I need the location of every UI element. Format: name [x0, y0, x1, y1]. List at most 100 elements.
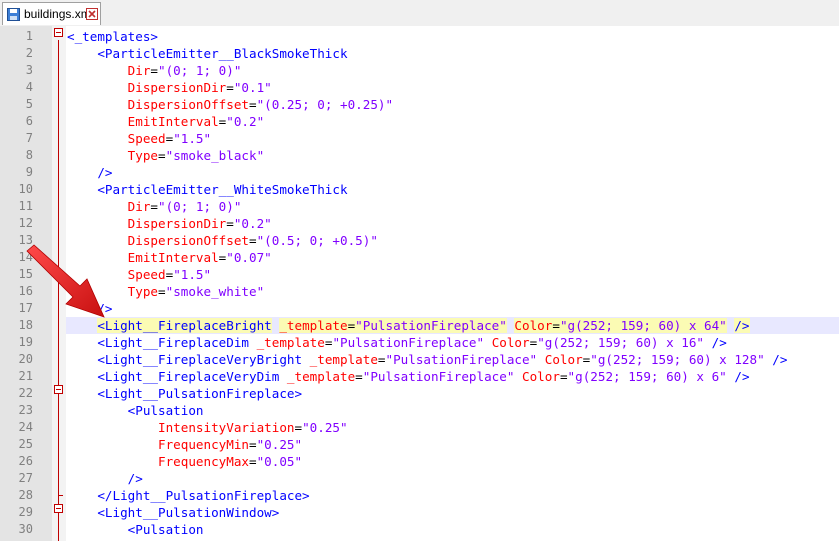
line-number: 7: [25, 131, 33, 145]
code-token: =: [552, 318, 560, 333]
code-token: =: [355, 369, 363, 384]
code-line[interactable]: 16 Type="smoke_white": [0, 283, 839, 300]
code-text: DispersionDir="0.2": [67, 215, 272, 232]
code-line[interactable]: 26 FrequencyMax="0.05": [0, 453, 839, 470]
code-text: DispersionOffset="(0.25; 0; +0.25)": [67, 96, 393, 113]
fold-toggle[interactable]: [54, 385, 63, 394]
code-token: =: [150, 199, 159, 214]
line-number: 17: [18, 301, 33, 315]
code-text: <ParticleEmitter__WhiteSmokeThick: [67, 181, 347, 198]
code-token: DispersionOffset: [127, 97, 249, 112]
code-token: Color: [544, 352, 583, 367]
code-line[interactable]: 14 EmitInterval="0.07": [0, 249, 839, 266]
code-token: =: [158, 148, 166, 163]
code-token: FrequencyMin: [158, 437, 249, 452]
fold-toggle[interactable]: [54, 504, 63, 513]
code-line[interactable]: 25 FrequencyMin="0.25": [0, 436, 839, 453]
code-token: Dir: [127, 63, 151, 78]
line-number: 26: [18, 454, 33, 468]
fold-toggle[interactable]: [54, 28, 63, 37]
code-line[interactable]: 4 DispersionDir="0.1": [0, 79, 839, 96]
line-number: 25: [18, 437, 33, 451]
code-token: "0.2": [226, 114, 265, 129]
line-number: 10: [18, 182, 33, 196]
code-line[interactable]: 11 Dir="(0; 1; 0)": [0, 198, 839, 215]
code-text: DispersionDir="0.1": [67, 79, 272, 96]
code-line[interactable]: 3 Dir="(0; 1; 0)": [0, 62, 839, 79]
code-line[interactable]: 10 <ParticleEmitter__WhiteSmokeThick: [0, 181, 839, 198]
code-line[interactable]: 18 <Light__FireplaceBright _template = "Pu…: [0, 317, 839, 334]
code-token: "g(252; 159; 60) x 16": [537, 335, 705, 350]
code-text: IntensityVariation="0.25": [67, 419, 348, 436]
code-line[interactable]: 7 Speed="1.5": [0, 130, 839, 147]
code-token: />: [734, 369, 750, 384]
code-line[interactable]: 28 </Light__PulsationFireplace>: [0, 487, 839, 504]
code-token: Dir: [127, 199, 151, 214]
code-token: />: [97, 301, 113, 316]
line-number: 12: [18, 216, 33, 230]
tab-title: buildings.xml: [24, 7, 94, 21]
code-line[interactable]: 1 <_templates>: [0, 28, 839, 45]
code-line[interactable]: 21 <Light__FireplaceVeryDim _template="P…: [0, 368, 839, 385]
code-line[interactable]: 12 DispersionDir="0.2": [0, 215, 839, 232]
code-token: "g(252; 159; 60) x 6": [567, 369, 727, 384]
code-editor[interactable]: 1 <_templates> 2 <ParticleEmitter__BlackSm…: [0, 26, 839, 541]
code-line[interactable]: 22 <Light__PulsationFireplace>: [0, 385, 839, 402]
code-line[interactable]: 2 <ParticleEmitter__BlackSmokeThick: [0, 45, 839, 62]
code-line[interactable]: 9 />: [0, 164, 839, 181]
code-token: Type: [127, 284, 159, 299]
code-line[interactable]: 8 Type="smoke_black": [0, 147, 839, 164]
code-token: "g(252; 159; 60) x 128": [590, 352, 765, 367]
code-token: />: [711, 335, 727, 350]
code-text: DispersionOffset="(0.5; 0; +0.5)": [67, 232, 378, 249]
code-line[interactable]: 6 EmitInterval="0.2": [0, 113, 839, 130]
code-text: />: [67, 300, 113, 317]
code-token: />: [127, 471, 143, 486]
close-icon[interactable]: [86, 8, 98, 20]
fold-end: [58, 495, 63, 496]
code-line[interactable]: 20 <Light__FireplaceVeryBright _template…: [0, 351, 839, 368]
code-token: _template: [286, 369, 356, 384]
code-text: Type="smoke_white": [67, 283, 265, 300]
code-line[interactable]: 15 Speed="1.5": [0, 266, 839, 283]
fold-line: [58, 40, 59, 541]
code-token: DispersionOffset: [127, 233, 249, 248]
code-token: <Light__FireplaceVeryDim: [97, 369, 280, 384]
code-token: Type: [127, 148, 159, 163]
code-line[interactable]: 23 <Pulsation: [0, 402, 839, 419]
line-number: 21: [18, 369, 33, 383]
code-token: "0.25": [256, 437, 303, 452]
tab-buildings-xml[interactable]: buildings.xml: [2, 2, 101, 25]
code-text: <Light__PulsationFireplace>: [67, 385, 302, 402]
code-text: <_templates>: [67, 28, 158, 45]
line-number: 1: [25, 29, 33, 43]
code-line[interactable]: 30 <Pulsation: [0, 521, 839, 538]
code-text: Speed="1.5": [67, 266, 211, 283]
line-number: 3: [25, 63, 33, 77]
code-line[interactable]: 17 />: [0, 300, 839, 317]
code-token: "PulsationFireplace": [385, 352, 538, 367]
code-line[interactable]: 24 IntensityVariation="0.25": [0, 419, 839, 436]
code-line[interactable]: 27 />: [0, 470, 839, 487]
code-token: "smoke_white": [165, 284, 265, 299]
code-token: <Pulsation: [127, 403, 204, 418]
code-line[interactable]: 5 DispersionOffset="(0.25; 0; +0.25)": [0, 96, 839, 113]
code-line[interactable]: 19 <Light__FireplaceDim _template="Pulsa…: [0, 334, 839, 351]
code-line[interactable]: 13 DispersionOffset="(0.5; 0; +0.5)": [0, 232, 839, 249]
code-token: "smoke_black": [165, 148, 265, 163]
line-number: 27: [18, 471, 33, 485]
code-token: =: [249, 97, 257, 112]
code-line[interactable]: 29 <Light__PulsationWindow>: [0, 504, 839, 521]
